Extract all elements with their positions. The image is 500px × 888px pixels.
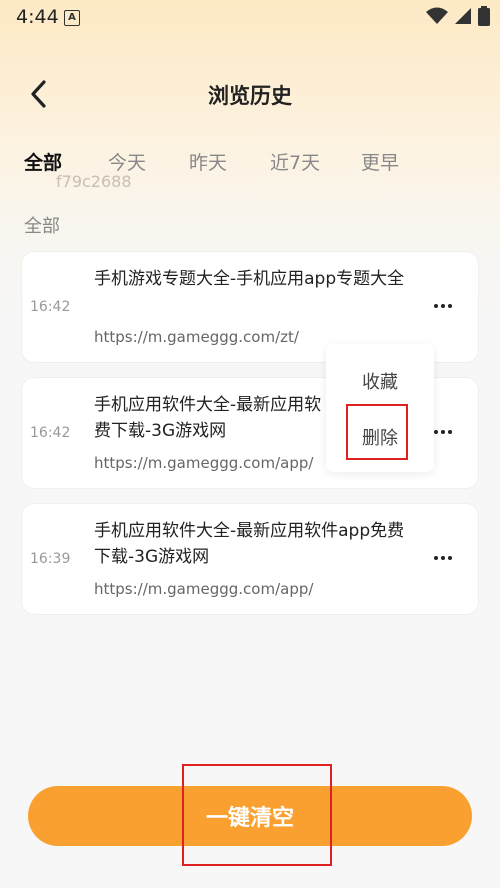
tab-all[interactable]: 全部 [24,148,62,175]
status-time: 4:44 [16,6,59,28]
more-dot [434,430,438,434]
menu-item-favorite[interactable]: 收藏 [326,368,434,394]
section-label: 全部 [24,216,60,237]
signal-icon [455,8,471,24]
more-dot [441,430,445,434]
history-time: 16:39 [30,551,71,567]
history-title: 手机应用软件大全-最新应用软件app免费下载-3G游戏网 [94,521,405,567]
clear-all-button[interactable]: 一键清空 [28,786,472,846]
tab-last-7-days[interactable]: 近7天 [270,148,320,175]
history-title: 手机游戏专题大全-手机应用app专题大全 [94,269,405,289]
page-title: 浏览历史 [208,84,292,108]
tab-today[interactable]: 今天 [108,148,146,175]
history-url: https://m.gameggg.com/app/ [94,580,314,598]
more-dot [434,304,438,308]
history-url: https://m.gameggg.com/zt/ [94,328,299,346]
more-dot [434,556,438,560]
app-notification-icon: A [64,10,80,26]
watermark: f79c2688 [56,172,132,191]
battery-icon [478,6,490,26]
more-dot [448,556,452,560]
menu-item-delete[interactable]: 删除 [326,424,434,450]
history-time: 16:42 [30,299,71,315]
wifi-icon [426,7,448,24]
context-menu: 收藏 删除 [326,344,434,472]
header: 浏览历史 [0,60,500,130]
more-dot [441,556,445,560]
more-options-button[interactable] [428,546,458,570]
tab-yesterday[interactable]: 昨天 [189,148,227,175]
tab-earlier[interactable]: 更早 [361,148,399,175]
more-dot [441,304,445,308]
more-options-button[interactable] [428,294,458,318]
more-dot [448,304,452,308]
status-bar: 4:44 A [0,0,500,34]
more-dot [448,430,452,434]
history-url: https://m.gameggg.com/app/ [94,454,314,472]
history-item[interactable]: 16:39 手机应用软件大全-最新应用软件app免费下载-3G游戏网 https… [22,504,478,614]
history-time: 16:42 [30,425,71,441]
status-icons [426,6,490,26]
